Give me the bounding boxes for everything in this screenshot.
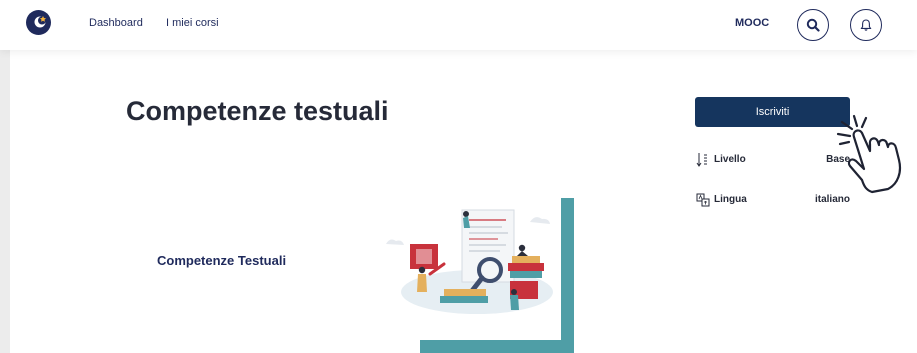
notifications-button[interactable] [850,9,882,41]
course-level-row: Livello Base [696,152,850,168]
level-label: Livello [714,154,746,165]
search-button[interactable] [797,9,829,41]
enroll-button[interactable]: Iscriviti [695,97,850,127]
top-navigation: Dashboard I miei corsi MOOC [0,0,917,50]
course-card-title: Competenze Testuali [157,253,287,268]
left-edge-strip [0,50,10,353]
course-illustration [386,198,574,353]
language-label: Lingua [714,194,747,205]
page-title: Competenze testuali [126,96,389,126]
nav-dashboard-link[interactable]: Dashboard [89,17,143,29]
course-language-row: Lingua italiano [696,192,850,208]
pointing-hand-icon [836,114,902,194]
bell-icon [860,19,872,31]
nav-my-courses-link[interactable]: I miei corsi [166,17,219,29]
app-logo[interactable] [26,10,51,35]
language-icon [696,193,710,207]
mooc-link[interactable]: MOOC [735,17,769,29]
search-icon [806,18,820,32]
level-icon [696,153,707,167]
